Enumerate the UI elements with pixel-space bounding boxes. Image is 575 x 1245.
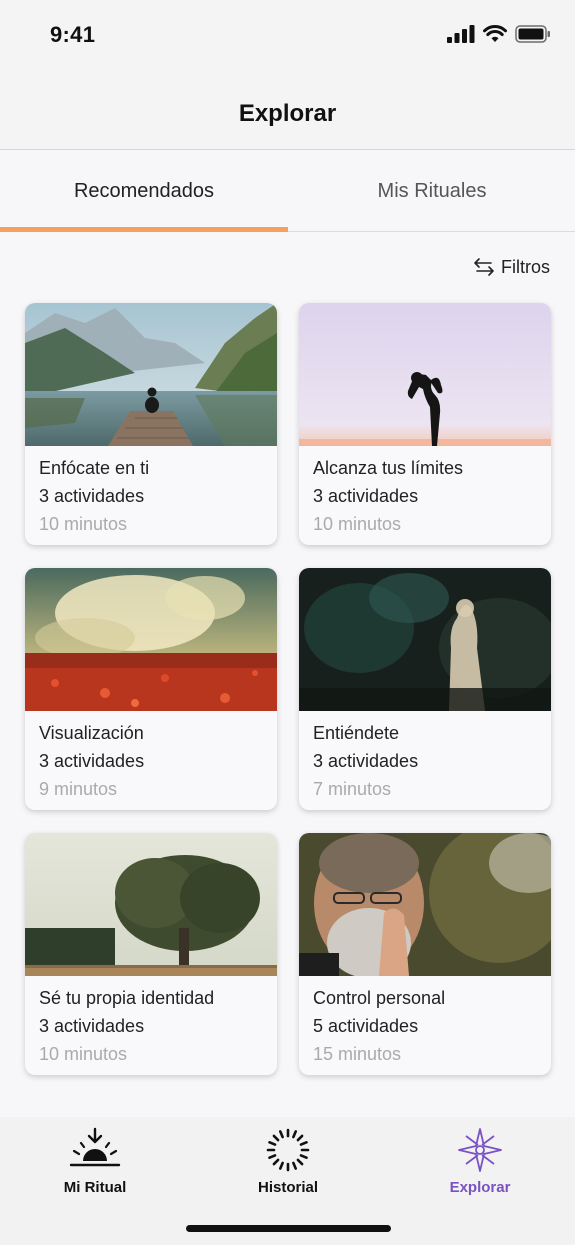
card-activities: 3 actividades [39,751,145,771]
tabbar-item-mi-ritual[interactable]: Mi Ritual [25,1125,165,1205]
ritual-card-enfocate[interactable]: Enfócate en ti 3 actividades 10 minutos [25,303,277,545]
card-activities: 3 actividades [313,486,419,506]
card-image-yoga [299,303,551,446]
card-duration: 10 minutos [39,514,128,534]
card-image-praying-man [299,833,551,976]
status-icons [447,25,551,43]
card-duration: 7 minutos [313,779,392,799]
filters-button[interactable]: Filtros [473,256,550,278]
card-image-statue-forest [299,568,551,711]
active-tab-indicator [0,227,288,232]
card-duration: 10 minutos [39,1044,128,1064]
tabbar-label: Explorar [449,1179,511,1196]
wifi-icon [483,25,507,42]
battery-icon [515,25,550,43]
card-title: Enfócate en ti [39,458,150,478]
card-title: Visualización [39,723,144,743]
compass-star-icon [458,1128,502,1172]
filters-label: Filtros [501,256,550,277]
ritual-card-entiendete[interactable]: Entiéndete 3 actividades 7 minutos [299,568,551,810]
card-activities: 3 actividades [39,1016,145,1036]
ritual-card-identidad[interactable]: Sé tu propia identidad 3 actividades 10 … [25,833,277,1075]
cellular-signal-icon [447,25,475,43]
card-title: Control personal [313,988,446,1008]
card-duration: 10 minutos [313,514,402,534]
card-title: Sé tu propia identidad [39,988,215,1008]
home-indicator [186,1225,391,1232]
status-bar: 9:41 [0,0,575,70]
tabbar-label: Historial [257,1179,318,1196]
page-title: Explorar [238,100,337,127]
card-title: Alcanza tus límites [313,458,464,478]
tab-recomendados[interactable]: Recomendados [0,150,288,232]
tabbar-item-historial[interactable]: Historial [218,1125,358,1205]
card-title: Entiéndete [313,723,400,743]
card-duration: 9 minutos [39,779,118,799]
card-activities: 5 actividades [313,1016,419,1036]
ritual-card-alcanza[interactable]: Alcanza tus límites 3 actividades 10 min… [299,303,551,545]
status-time: 9:41 [50,22,96,47]
tabbar-label: Mi Ritual [63,1179,127,1196]
ritual-card-control[interactable]: Control personal 5 actividades 15 minuto… [299,833,551,1075]
card-image-tree [25,833,277,976]
card-duration: 15 minutos [313,1044,402,1064]
sunrise-icon [69,1127,121,1167]
tabbar-item-explorar[interactable]: Explorar [410,1125,550,1205]
nav-header: Explorar [0,70,575,150]
card-activities: 3 actividades [39,486,145,506]
card-image-lake [25,303,277,446]
swap-arrows-icon [474,258,494,276]
circle-dashes-icon [266,1128,310,1172]
ritual-card-visualizacion[interactable]: Visualización 3 actividades 9 minutos [25,568,277,810]
tab-mis-rituales[interactable]: Mis Rituales [288,150,575,232]
segment-tabs: Recomendados Mis Rituales [0,150,575,232]
card-activities: 3 actividades [313,751,419,771]
card-image-flower-field [25,568,277,711]
